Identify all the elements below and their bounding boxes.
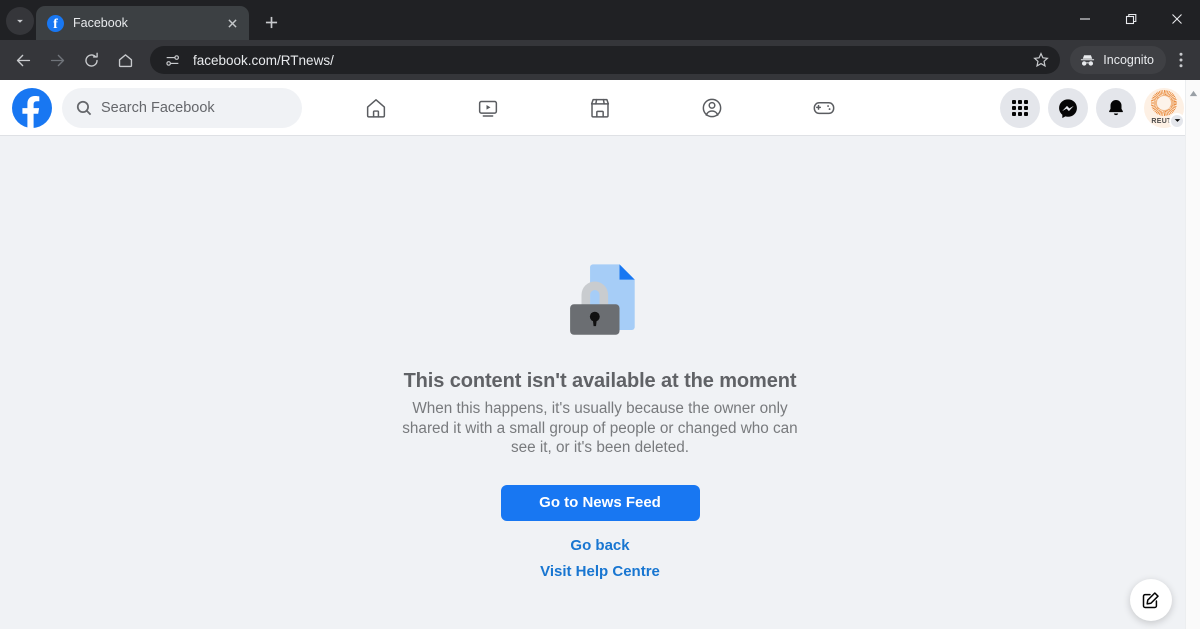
incognito-indicator[interactable]: Incognito [1070, 46, 1166, 74]
search-box[interactable] [62, 87, 302, 128]
locked-document-icon [569, 264, 635, 335]
browser-window: f Facebook facebook.com/RTnews/ Incognit… [0, 0, 1200, 629]
tab-strip: f Facebook [0, 0, 1200, 40]
reload-button[interactable] [76, 45, 106, 75]
video-icon [478, 100, 498, 117]
home-button[interactable] [110, 45, 140, 75]
facebook-navbar: REUTE [0, 80, 1200, 136]
menu-grid-icon [1012, 99, 1028, 116]
nav-item-video[interactable] [432, 84, 544, 132]
site-settings-icon[interactable] [160, 48, 184, 72]
arrow-right-icon [50, 54, 64, 66]
error-description: When this happens, it's usually because … [402, 400, 798, 456]
marketplace-icon [590, 98, 610, 118]
error-title: This content isn't available at the mome… [403, 370, 797, 392]
chevron-down-icon [17, 19, 23, 23]
arrow-left-icon [16, 54, 30, 66]
nav-item-gaming[interactable] [768, 84, 880, 132]
window-controls [1062, 0, 1200, 38]
tune-icon [165, 54, 179, 66]
close-window-button[interactable] [1154, 0, 1200, 38]
facebook-favicon: f [47, 14, 64, 32]
account-avatar[interactable]: REUTE [1144, 87, 1185, 129]
star-icon [1033, 52, 1050, 68]
compose-icon [1142, 592, 1159, 609]
chrome-menu-button[interactable] [1168, 45, 1194, 75]
go-back-link[interactable]: Go back [570, 537, 629, 554]
account-caret[interactable] [1169, 112, 1185, 129]
close-icon [227, 18, 237, 28]
error-content: This content isn't available at the mome… [0, 136, 1200, 629]
minimize-button[interactable] [1062, 0, 1108, 38]
web-page: REUTE This content [0, 80, 1200, 629]
tab-search-button[interactable] [6, 7, 34, 35]
menu-grid-button[interactable] [1000, 87, 1040, 128]
bell-icon [1109, 99, 1123, 115]
nav-item-marketplace[interactable] [544, 84, 656, 132]
maximize-icon [1125, 13, 1137, 25]
browser-tab-facebook[interactable]: f Facebook [36, 6, 249, 40]
plus-icon [265, 16, 277, 28]
messenger-icon [1059, 98, 1077, 118]
gaming-icon [813, 101, 835, 114]
new-tab-button[interactable] [257, 8, 285, 36]
minimize-icon [1080, 18, 1090, 20]
favicon-letter: f [53, 16, 58, 32]
close-icon [1172, 14, 1182, 24]
reload-icon [84, 52, 98, 67]
facebook-logo-icon[interactable] [12, 87, 52, 128]
nav-item-home[interactable] [320, 84, 432, 132]
forward-button[interactable] [42, 45, 72, 75]
maximize-button[interactable] [1108, 0, 1154, 38]
tab-title: Facebook [73, 16, 128, 30]
facebook-nav-tabs [320, 84, 880, 132]
search-icon [76, 100, 92, 115]
chevron-down-icon [1174, 119, 1180, 122]
bookmark-button[interactable] [1028, 47, 1054, 73]
chevron-up-icon [1189, 90, 1197, 97]
groups-icon [702, 98, 722, 117]
create-post-fab[interactable] [1130, 579, 1172, 621]
tab-close-button[interactable] [223, 14, 241, 32]
notifications-button[interactable] [1096, 87, 1136, 128]
incognito-label: Incognito [1103, 53, 1154, 67]
nav-item-groups[interactable] [656, 84, 768, 132]
more-vertical-icon [1179, 52, 1183, 68]
home-icon [118, 53, 132, 67]
url-text[interactable]: facebook.com/RTnews/ [193, 53, 1028, 68]
visit-help-centre-link[interactable]: Visit Help Centre [540, 563, 660, 580]
search-input[interactable] [101, 99, 281, 116]
page-scrollbar[interactable] [1185, 80, 1200, 629]
go-to-news-feed-button[interactable]: Go to News Feed [500, 484, 700, 521]
address-bar[interactable]: facebook.com/RTnews/ [150, 46, 1061, 74]
incognito-icon [1081, 54, 1095, 66]
browser-toolbar: facebook.com/RTnews/ Incognito [0, 40, 1200, 80]
avatar-image [1151, 89, 1177, 116]
messenger-button[interactable] [1048, 87, 1088, 128]
home-icon [366, 98, 386, 118]
facebook-nav-actions: REUTE [1000, 87, 1185, 129]
back-button[interactable] [8, 45, 38, 75]
scroll-up-arrow[interactable] [1189, 84, 1198, 102]
